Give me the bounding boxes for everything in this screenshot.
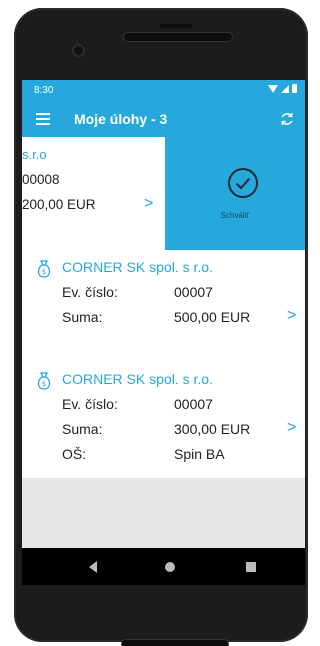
svg-text:$: $ bbox=[42, 268, 46, 276]
task-ev-value: 00007 bbox=[174, 396, 213, 412]
swiped-task-content[interactable]: s.r.o 00008 200,00 EUR > bbox=[22, 137, 165, 250]
list-empty-area bbox=[22, 478, 305, 548]
money-bag-icon: $ bbox=[37, 372, 51, 390]
task-os-value: Spin BA bbox=[174, 446, 225, 462]
back-icon[interactable] bbox=[89, 561, 97, 573]
chevron-right-icon[interactable]: > bbox=[287, 419, 296, 437]
task-company: s.r.o bbox=[22, 147, 47, 162]
task-sum-value: 200,00 EUR bbox=[22, 197, 96, 212]
refresh-icon[interactable] bbox=[279, 111, 295, 127]
task-ev-value: 00008 bbox=[22, 172, 60, 187]
task-ev-value: 00007 bbox=[174, 284, 213, 300]
approve-button[interactable]: Schváliť bbox=[165, 137, 305, 250]
signal-icon bbox=[281, 84, 289, 93]
task-sum-label: Suma: bbox=[62, 309, 103, 325]
swiped-task-row[interactable]: s.r.o 00008 200,00 EUR > Schváliť bbox=[22, 137, 305, 250]
front-camera bbox=[74, 46, 83, 55]
task-card[interactable]: $ CORNER SK spol. s r.o. Ev. číslo: 0000… bbox=[22, 259, 305, 349]
wifi-icon bbox=[268, 84, 278, 93]
task-sum-value: 300,00 EUR bbox=[174, 421, 251, 437]
app-screen: 8:30 Moje úlohy - 3 s.r.o 00008 200,00 E… bbox=[22, 80, 305, 585]
chevron-right-icon[interactable]: > bbox=[287, 307, 296, 325]
phone-sensor bbox=[160, 24, 192, 28]
money-bag-icon: $ bbox=[37, 260, 51, 278]
system-nav-bar bbox=[22, 548, 305, 585]
status-time: 8:30 bbox=[34, 85, 54, 96]
phone-bottom-speaker bbox=[122, 640, 228, 646]
app-bar: Moje úlohy - 3 bbox=[22, 102, 305, 137]
recents-icon[interactable] bbox=[246, 562, 256, 572]
task-sum-label: Suma: bbox=[62, 421, 103, 437]
chevron-right-icon[interactable]: > bbox=[144, 195, 153, 213]
task-sum-value: 500,00 EUR bbox=[174, 309, 251, 325]
home-icon[interactable] bbox=[165, 562, 175, 572]
task-company: CORNER SK spol. s r.o. bbox=[62, 371, 213, 387]
task-ev-label: Ev. číslo: bbox=[62, 396, 118, 412]
page-title: Moje úlohy - 3 bbox=[74, 111, 168, 127]
status-icons bbox=[268, 84, 297, 93]
task-company: CORNER SK spol. s r.o. bbox=[62, 259, 213, 275]
task-os-label: OŠ: bbox=[62, 446, 87, 462]
menu-icon[interactable] bbox=[36, 113, 50, 125]
check-circle-icon bbox=[228, 168, 258, 198]
task-card[interactable]: $ CORNER SK spol. s r.o. Ev. číslo: 0000… bbox=[22, 371, 305, 471]
status-bar: 8:30 bbox=[22, 80, 305, 102]
svg-text:$: $ bbox=[42, 380, 46, 388]
phone-speaker bbox=[124, 33, 232, 41]
approve-label: Schváliť bbox=[220, 211, 250, 220]
battery-icon bbox=[292, 84, 297, 93]
task-ev-label: Ev. číslo: bbox=[62, 284, 118, 300]
